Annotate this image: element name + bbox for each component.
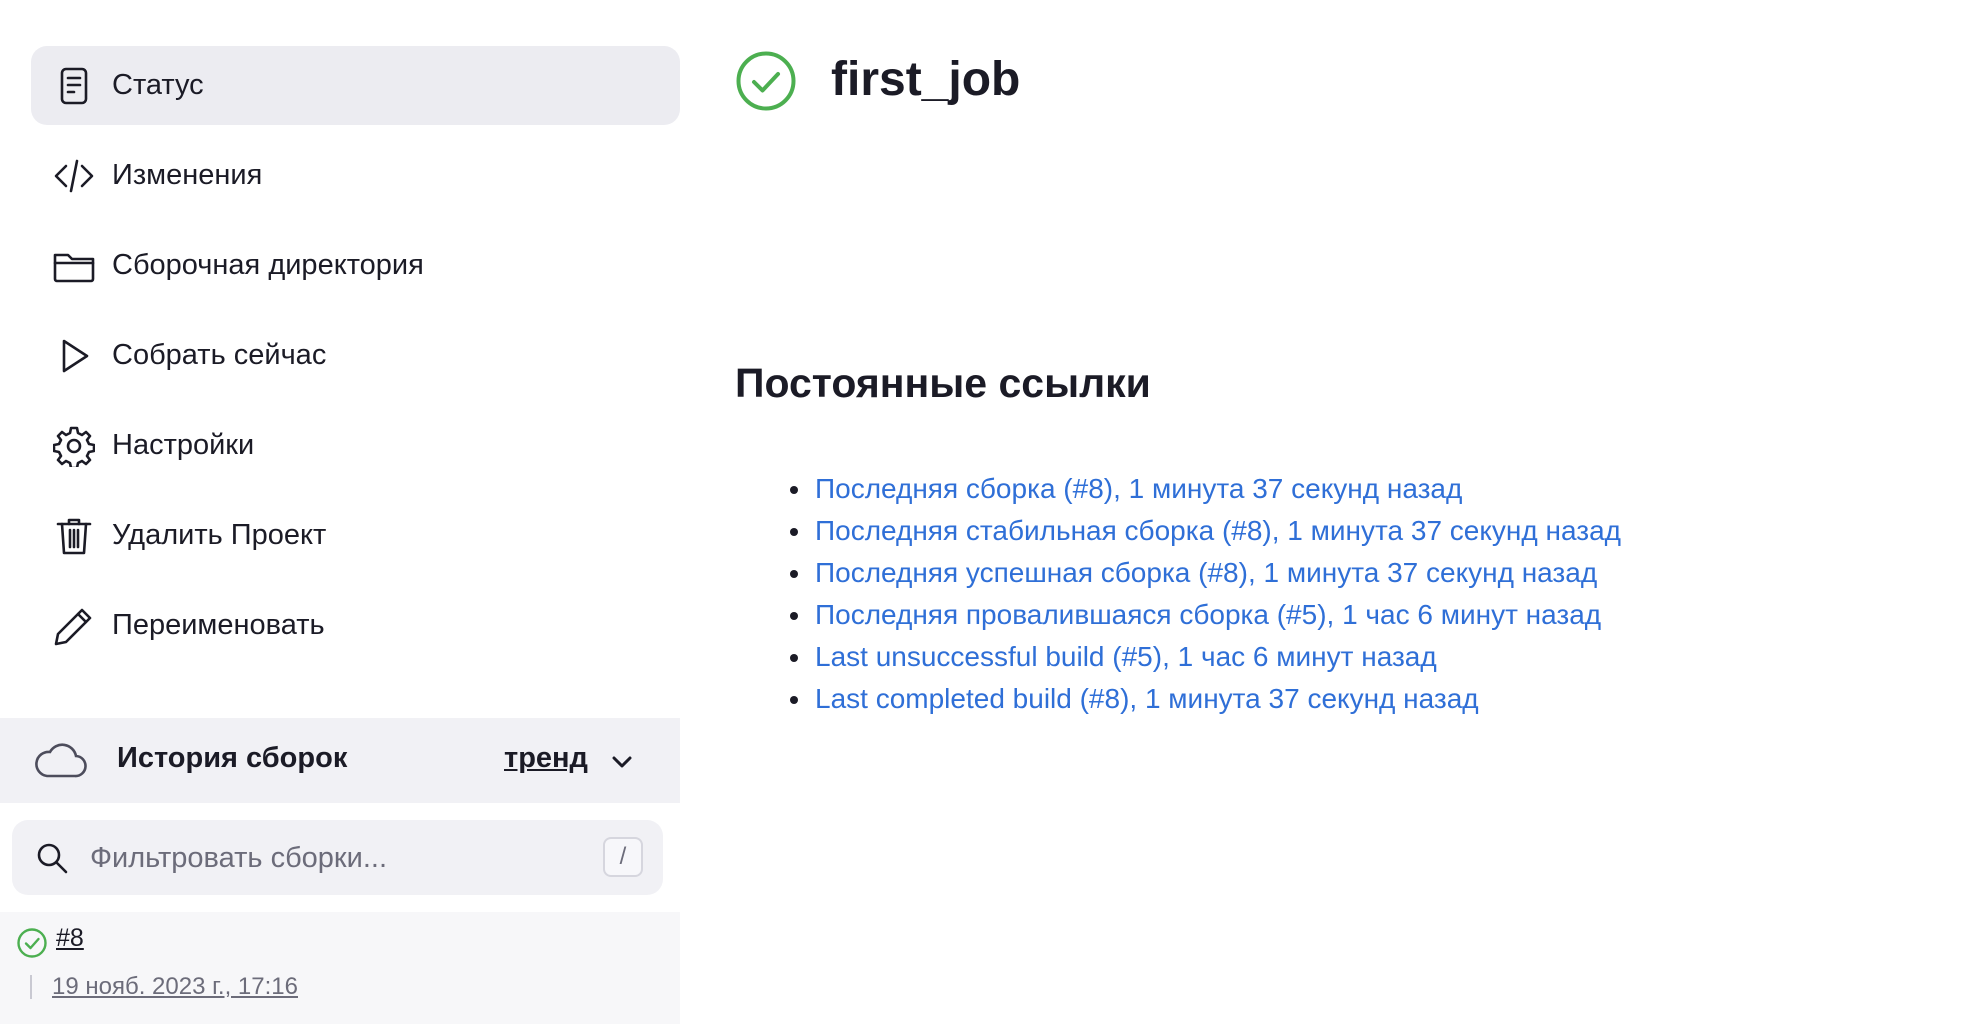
code-icon — [52, 154, 96, 198]
task-label: Переименовать — [112, 609, 325, 641]
list-item: Последняя провалившаяся сборка (#5), 1 ч… — [790, 594, 1621, 636]
permalink[interactable]: Последняя провалившаяся сборка (#5), 1 ч… — [815, 599, 1601, 630]
task-build-now[interactable]: Собрать сейчас — [31, 316, 680, 395]
list-item: Последняя успешная сборка (#8), 1 минута… — [790, 552, 1621, 594]
build-filter: / — [12, 820, 663, 895]
task-configure[interactable]: Настройки — [31, 406, 680, 485]
permalinks-title: Постоянные ссылки — [735, 360, 1151, 406]
task-label: Собрать сейчас — [112, 339, 327, 371]
build-timeline-divider — [30, 975, 32, 999]
cloud-icon — [33, 740, 87, 780]
document-icon — [52, 64, 96, 108]
sidebar: Статус Изменения Сборочная директория Со… — [0, 0, 680, 1024]
permalink[interactable]: Последняя стабильная сборка (#8), 1 мину… — [815, 515, 1621, 546]
build-history-title: История сборок — [117, 742, 348, 774]
task-workspace[interactable]: Сборочная директория — [31, 226, 680, 305]
job-title: first_job — [831, 53, 1021, 106]
filter-builds-input[interactable] — [88, 832, 592, 884]
list-item: Последняя сборка (#8), 1 минута 37 секун… — [790, 468, 1621, 510]
task-list: Статус Изменения Сборочная директория Со… — [31, 46, 680, 676]
pencil-icon — [52, 604, 96, 648]
build-row — [0, 912, 680, 1024]
play-icon — [52, 334, 96, 378]
success-icon — [735, 50, 797, 112]
trash-icon — [52, 514, 96, 558]
list-item: Last completed build (#8), 1 минута 37 с… — [790, 678, 1621, 720]
build-time-link[interactable]: 19 нояб. 2023 г., 17:16 — [52, 973, 298, 1001]
task-label: Сборочная директория — [112, 249, 424, 281]
gear-icon — [52, 424, 96, 468]
task-delete-project[interactable]: Удалить Проект — [31, 496, 680, 575]
list-item: Last unsuccessful build (#5), 1 час 6 ми… — [790, 636, 1621, 678]
keyboard-shortcut-hint: / — [603, 837, 643, 877]
task-label: Удалить Проект — [112, 519, 327, 551]
task-status[interactable]: Статус — [31, 46, 680, 125]
task-label: Статус — [112, 69, 204, 101]
list-item: Последняя стабильная сборка (#8), 1 мину… — [790, 510, 1621, 552]
task-changes[interactable]: Изменения — [31, 136, 680, 215]
task-label: Настройки — [112, 429, 255, 461]
permalink[interactable]: Last unsuccessful build (#5), 1 час 6 ми… — [815, 641, 1437, 672]
task-label: Изменения — [112, 159, 263, 191]
task-rename[interactable]: Переименовать — [31, 586, 680, 665]
success-icon — [16, 927, 48, 959]
permalinks-list: Последняя сборка (#8), 1 минута 37 секун… — [790, 468, 1621, 720]
permalink[interactable]: Последняя сборка (#8), 1 минута 37 секун… — [815, 473, 1462, 504]
trend-link[interactable]: тренд — [504, 742, 588, 775]
search-icon — [34, 840, 70, 876]
build-number-link[interactable]: #8 — [56, 924, 84, 953]
build-history-header: История сборок тренд — [0, 718, 680, 803]
folder-icon — [52, 244, 96, 288]
permalink[interactable]: Последняя успешная сборка (#8), 1 минута… — [815, 557, 1597, 588]
permalink[interactable]: Last completed build (#8), 1 минута 37 с… — [815, 683, 1479, 714]
chevron-down-icon[interactable] — [608, 748, 636, 776]
